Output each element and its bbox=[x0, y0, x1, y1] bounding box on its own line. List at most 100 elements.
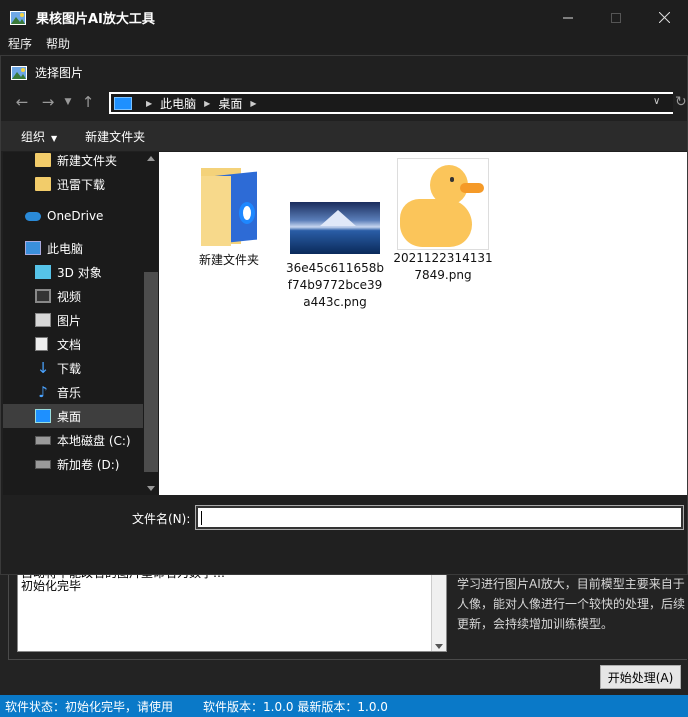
back-button[interactable]: ← bbox=[9, 89, 35, 115]
this-pc-icon bbox=[114, 96, 132, 110]
arrow-right-icon: → bbox=[41, 93, 55, 111]
tree-item-desktop[interactable]: 桌面 bbox=[3, 404, 143, 428]
breadcrumb-desktop[interactable]: 桌面 bbox=[218, 95, 242, 112]
log-line: 初始化完毕 bbox=[21, 579, 82, 593]
tree-item-label: 桌面 bbox=[57, 409, 82, 424]
chevron-right-icon[interactable]: ▶ bbox=[146, 99, 152, 108]
tree-item-3d-objects[interactable]: 3D 对象 bbox=[3, 260, 143, 284]
tree-item-documents[interactable]: 文档 bbox=[3, 332, 143, 356]
arrow-left-icon: ← bbox=[15, 93, 29, 111]
file-list-area[interactable]: 新建文件夹 36e45c611658bf74b9772bce39a443c.pn… bbox=[159, 152, 687, 495]
group-border-bottom bbox=[8, 659, 687, 660]
chevron-down-icon: ▼ bbox=[51, 133, 58, 143]
tree-item-label: 图片 bbox=[57, 313, 82, 328]
scroll-down-arrow-icon[interactable] bbox=[435, 644, 443, 649]
filename-input[interactable] bbox=[195, 505, 684, 530]
music-icon: ♪ bbox=[38, 383, 48, 401]
maximize-button[interactable] bbox=[592, 0, 640, 35]
pictures-icon bbox=[35, 313, 51, 327]
arrow-up-icon: ↑ bbox=[81, 93, 95, 111]
file-item-image-2[interactable]: 20211223141317849.png bbox=[393, 158, 493, 284]
organize-label: 组织 bbox=[21, 129, 46, 144]
tree-item-label: 新建文件夹 bbox=[57, 153, 118, 168]
app-title-bar: 果核图片AI放大工具 bbox=[0, 0, 688, 35]
tree-item-local-disk-c[interactable]: 本地磁盘 (C:) bbox=[3, 428, 143, 452]
up-button[interactable]: ↑ bbox=[75, 89, 101, 115]
folder-icon bbox=[197, 164, 261, 246]
tree-item-onedrive[interactable]: OneDrive bbox=[3, 204, 143, 228]
close-button[interactable] bbox=[640, 0, 688, 35]
recent-locations-button[interactable]: ▼ bbox=[61, 89, 75, 115]
tree-item-downloads[interactable]: ↓ 下载 bbox=[3, 356, 143, 380]
tree-item-label: 3D 对象 bbox=[57, 265, 102, 280]
close-icon bbox=[658, 12, 670, 23]
tree-item-label: 视频 bbox=[57, 289, 82, 304]
chevron-right-icon[interactable]: ▶ bbox=[250, 99, 256, 108]
scroll-up-arrow-icon[interactable] bbox=[147, 156, 155, 161]
tree-item-label: 下载 bbox=[57, 361, 82, 376]
scroll-down-arrow-icon[interactable] bbox=[147, 486, 155, 491]
address-bar[interactable]: ▶ 此电脑 ▶ 桌面 ▶ bbox=[109, 92, 673, 114]
app-logo-icon bbox=[10, 10, 26, 25]
file-name: 36e45c611658bf74b9772bce39a443c.png bbox=[286, 261, 384, 309]
tree-item-videos[interactable]: 视频 bbox=[3, 284, 143, 308]
tree-item-label: OneDrive bbox=[47, 209, 104, 223]
image-thumbnail bbox=[290, 202, 380, 254]
dialog-image-icon bbox=[11, 65, 27, 80]
downloads-icon: ↓ bbox=[36, 359, 50, 377]
tree-item-label: 本地磁盘 (C:) bbox=[57, 433, 131, 448]
tree-item-new-folder[interactable]: 新建文件夹 bbox=[3, 152, 143, 172]
group-border-left bbox=[8, 570, 9, 660]
breadcrumb-this-pc[interactable]: 此电脑 bbox=[160, 95, 196, 112]
status-bar: 软件状态：初始化完毕，请使用 软件版本：1.0.0 最新版本：1.0.0 bbox=[0, 695, 688, 717]
menu-help[interactable]: 帮助 bbox=[46, 35, 70, 52]
menu-program[interactable]: 程序 bbox=[8, 35, 32, 52]
tree-item-pictures[interactable]: 图片 bbox=[3, 308, 143, 332]
minimize-icon bbox=[563, 17, 573, 18]
disk-icon bbox=[35, 459, 51, 469]
folder-icon bbox=[35, 177, 51, 191]
tree-item-label: 新加卷 (D:) bbox=[57, 457, 120, 472]
log-scrollbar[interactable] bbox=[431, 573, 446, 651]
tree-item-label: 文档 bbox=[57, 337, 82, 352]
this-pc-icon bbox=[25, 241, 41, 255]
tree-item-xunlei-download[interactable]: 迅雷下载 bbox=[3, 172, 143, 196]
organize-button[interactable]: 组织 ▼ bbox=[21, 128, 57, 145]
info-text: 学习进行图片AI放大，目前模型主要来自于人像，能对人像进行一个较快的处理，后续更… bbox=[457, 577, 686, 631]
tree-item-label: 音乐 bbox=[57, 385, 82, 400]
text-cursor bbox=[201, 511, 202, 525]
desktop-icon bbox=[35, 409, 51, 423]
file-item-folder[interactable]: 新建文件夹 bbox=[179, 164, 279, 269]
file-open-dialog: 选择图片 ← → ▼ ↑ ▶ 此电脑 ▶ 桌面 ▶ ∨ ↻ 组织 ▼ 新建文件夹 … bbox=[0, 55, 688, 575]
new-folder-button[interactable]: 新建文件夹 bbox=[85, 128, 145, 145]
tree-item-music[interactable]: ♪ 音乐 bbox=[3, 380, 143, 404]
start-process-button[interactable]: 开始处理(A) bbox=[600, 665, 681, 689]
refresh-icon[interactable]: ↻ bbox=[675, 94, 687, 110]
disk-icon bbox=[35, 435, 51, 445]
filename-row: 文件名(N): bbox=[1, 496, 687, 574]
minimize-button[interactable] bbox=[544, 0, 592, 35]
chevron-right-icon[interactable]: ▶ bbox=[204, 99, 210, 108]
status-state: 软件状态：初始化完毕，请使用 bbox=[5, 699, 174, 714]
tree-item-this-pc[interactable]: 此电脑 bbox=[3, 236, 143, 260]
navigation-pane[interactable]: 新建文件夹 迅雷下载 OneDrive 此电脑 3D 对象 视频 图片 文档 ↓… bbox=[3, 152, 143, 495]
tree-item-label: 此电脑 bbox=[47, 241, 84, 256]
scrollbar-thumb[interactable] bbox=[144, 272, 158, 472]
navigation-scrollbar[interactable] bbox=[143, 152, 159, 495]
status-version: 软件版本：1.0.0 最新版本：1.0.0 bbox=[203, 699, 388, 714]
tree-item-new-volume-d[interactable]: 新加卷 (D:) bbox=[3, 452, 143, 476]
file-item-image-1[interactable]: 36e45c611658bf74b9772bce39a443c.png bbox=[286, 164, 384, 311]
forward-button[interactable]: → bbox=[35, 89, 61, 115]
log-textbox[interactable]: 自动将不能改名的图片重命名为数字… 初始化完毕 bbox=[17, 572, 447, 652]
chevron-down-icon: ▼ bbox=[64, 97, 72, 107]
onedrive-icon bbox=[25, 211, 41, 221]
command-bar: 组织 ▼ 新建文件夹 bbox=[1, 121, 687, 151]
address-dropdown-icon[interactable]: ∨ bbox=[653, 96, 660, 107]
filename-label: 文件名(N): bbox=[132, 512, 191, 526]
dialog-title-bar: 选择图片 bbox=[1, 56, 687, 89]
videos-icon bbox=[35, 289, 51, 303]
documents-icon bbox=[35, 337, 48, 351]
navigation-bar: ← → ▼ ↑ ▶ 此电脑 ▶ 桌面 ▶ ∨ ↻ bbox=[1, 89, 687, 115]
3d-objects-icon bbox=[35, 265, 51, 279]
folder-icon bbox=[35, 153, 51, 167]
